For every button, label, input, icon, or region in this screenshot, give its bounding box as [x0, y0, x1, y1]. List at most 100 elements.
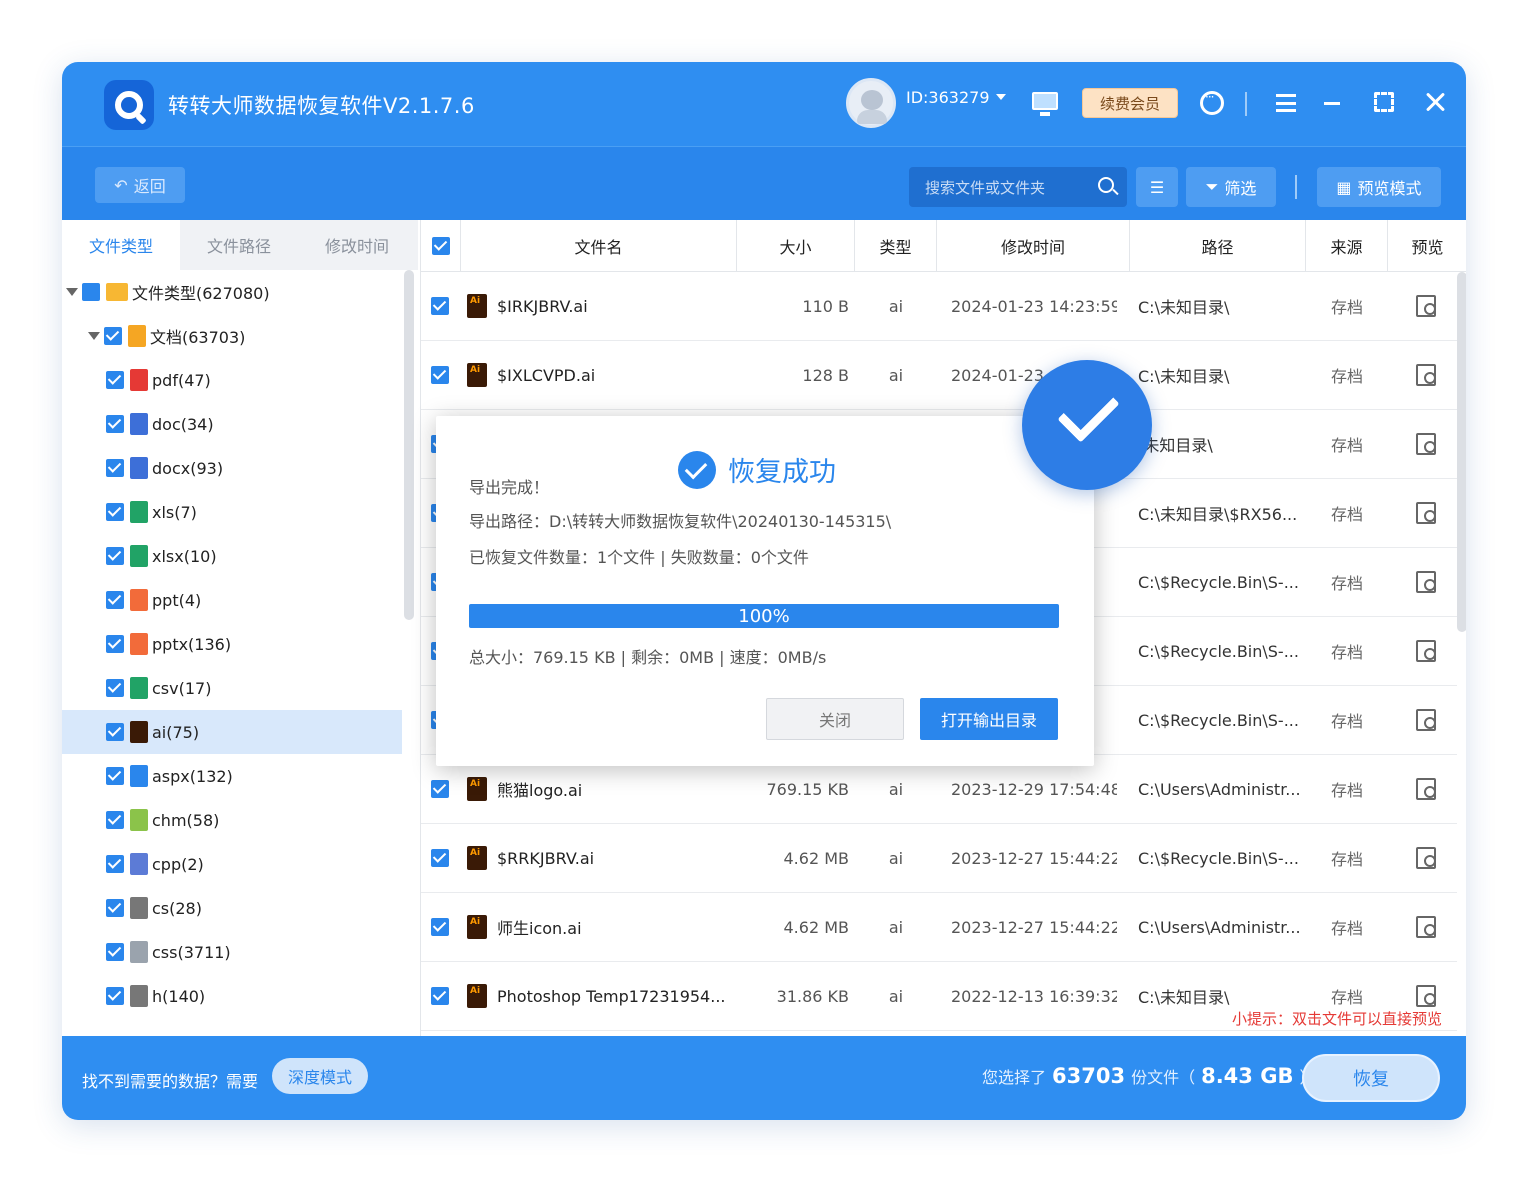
preview-icon[interactable]	[1416, 364, 1436, 386]
tree-item[interactable]: pptx(136)	[62, 622, 402, 666]
row-checkbox[interactable]	[431, 366, 449, 384]
funnel-icon: ⏷	[1205, 177, 1219, 196]
tree-item[interactable]: ppt(4)	[62, 578, 402, 622]
sidebar-scrollbar[interactable]	[404, 270, 414, 620]
preview-icon[interactable]	[1416, 709, 1436, 731]
tree-item[interactable]: xlsx(10)	[62, 534, 402, 578]
tree-item-checkbox[interactable]	[106, 855, 124, 873]
tab-file-path[interactable]: 文件路径	[180, 220, 298, 270]
expand-arrow-icon[interactable]	[88, 332, 100, 340]
preview-icon[interactable]	[1416, 571, 1436, 593]
tab-file-type[interactable]: 文件类型	[62, 220, 180, 270]
column-source[interactable]: 来源	[1306, 220, 1388, 272]
tree-item-checkbox[interactable]	[106, 767, 124, 785]
tree-item[interactable]: cpp(2)	[62, 842, 402, 886]
tree-item-checkbox[interactable]	[106, 503, 124, 521]
cell-type: ai	[855, 341, 937, 409]
tree-item-checkbox[interactable]	[106, 987, 124, 1005]
customer-service-icon[interactable]	[1200, 90, 1224, 115]
row-checkbox[interactable]	[431, 987, 449, 1005]
cell-size-text: 31.86 KB	[776, 986, 849, 1006]
tree-item-checkbox[interactable]	[106, 591, 124, 609]
maximize-icon[interactable]	[1374, 92, 1394, 112]
tree-item-checkbox[interactable]	[106, 811, 124, 829]
tab-modified-time[interactable]: 修改时间	[298, 220, 416, 270]
row-checkbox[interactable]	[431, 297, 449, 315]
tree-item-checkbox[interactable]	[106, 371, 124, 389]
tree-item-label: 文件类型(627080)	[132, 284, 270, 303]
tree-item[interactable]: 文档(63703)	[62, 314, 402, 358]
cell-mtime: 2024-01-23 14:23:59	[951, 272, 1117, 340]
table-row[interactable]: $RRKJBRV.ai 4.62 MB ai 2023-12-27 15:44:22 C…	[421, 824, 1457, 893]
advanced-search-button[interactable]: ☰	[1136, 167, 1178, 207]
tree-item-checkbox[interactable]	[106, 635, 124, 653]
tree-item[interactable]: aspx(132)	[62, 754, 402, 798]
tree-item-checkbox[interactable]	[106, 943, 124, 961]
cell-path: C:\$Recycle.Bin\S-...	[1138, 617, 1306, 685]
tree-item[interactable]: ai(75)	[62, 710, 402, 754]
preview-icon[interactable]	[1416, 778, 1436, 800]
row-checkbox[interactable]	[431, 918, 449, 936]
tree-item[interactable]: 文件类型(627080)	[62, 270, 402, 314]
tree-item[interactable]: cs(28)	[62, 886, 402, 930]
preview-icon[interactable]	[1416, 847, 1436, 869]
tree-item-checkbox[interactable]	[106, 459, 124, 477]
column-name[interactable]: 文件名	[461, 220, 737, 272]
cell-source: 存档	[1306, 272, 1388, 340]
table-row[interactable]: $IRKJBRV.ai 110 B ai 2024-01-23 14:23:59 C:\…	[421, 272, 1457, 341]
preview-icon[interactable]	[1416, 295, 1436, 317]
row-checkbox[interactable]	[431, 780, 449, 798]
tree-item[interactable]: pdf(47)	[62, 358, 402, 402]
close-icon[interactable]	[1424, 90, 1448, 114]
search-input[interactable]: 搜索文件或文件夹	[909, 167, 1127, 207]
tree-item[interactable]: chm(58)	[62, 798, 402, 842]
tree-item-checkbox[interactable]	[106, 547, 124, 565]
table-row[interactable]: 师生icon.ai 4.62 MB ai 2023-12-27 15:44:22 C:\…	[421, 893, 1457, 962]
tree-item-checkbox[interactable]	[106, 679, 124, 697]
tree-item-checkbox[interactable]	[106, 899, 124, 917]
tree-item[interactable]: h(140)	[62, 974, 402, 1018]
excel-icon	[130, 501, 148, 523]
tree-item-checkbox[interactable]	[104, 327, 122, 345]
column-size[interactable]: 大小	[737, 220, 855, 272]
preview-icon[interactable]	[1416, 985, 1436, 1007]
open-output-dir-button[interactable]: 打开输出目录	[920, 698, 1058, 740]
minimize-icon[interactable]	[1324, 102, 1340, 105]
tree-item[interactable]: xls(7)	[62, 490, 402, 534]
preview-icon[interactable]	[1416, 916, 1436, 938]
preview-mode-button[interactable]: ▦ 预览模式	[1317, 167, 1441, 207]
row-checkbox[interactable]	[431, 849, 449, 867]
dialog-close-button[interactable]: 关闭	[766, 698, 904, 740]
renew-vip-button[interactable]: 续费会员	[1082, 88, 1178, 118]
user-avatar[interactable]	[846, 78, 896, 128]
cell-path: C:\未知目录\	[1138, 341, 1306, 409]
menu-icon[interactable]	[1276, 94, 1296, 112]
select-all-checkbox[interactable]	[431, 237, 450, 255]
column-type[interactable]: 类型	[855, 220, 937, 272]
filter-button[interactable]: ⏷ 筛选	[1186, 167, 1276, 207]
tree-item-checkbox[interactable]	[82, 283, 100, 301]
tree-item[interactable]: csv(17)	[62, 666, 402, 710]
preview-icon[interactable]	[1416, 640, 1436, 662]
column-path[interactable]: 路径	[1130, 220, 1306, 272]
tree-item[interactable]: docx(93)	[62, 446, 402, 490]
user-id[interactable]: ID:363279	[906, 88, 990, 107]
tree-item-checkbox[interactable]	[106, 415, 124, 433]
recover-button[interactable]: 恢复	[1302, 1054, 1440, 1102]
table-row[interactable]: $IXLCVPD.ai 128 B ai 2024-01-23 C:\未知目录\ 存档	[421, 341, 1457, 410]
preview-icon[interactable]	[1416, 502, 1436, 524]
column-mtime[interactable]: 修改时间	[937, 220, 1130, 272]
tree-item[interactable]: doc(34)	[62, 402, 402, 446]
tree-item[interactable]: css(3711)	[62, 930, 402, 974]
expand-arrow-icon[interactable]	[66, 288, 78, 296]
export-path-text: 导出路径：D:\转转大师数据恢复软件\20240130-145315\	[469, 512, 892, 531]
chevron-down-icon[interactable]	[996, 94, 1006, 100]
preview-icon[interactable]	[1416, 433, 1436, 455]
table-scrollbar[interactable]	[1457, 272, 1466, 632]
search-icon[interactable]	[1098, 177, 1114, 193]
back-button[interactable]: ↶ 返回	[95, 167, 185, 203]
monitor-icon[interactable]	[1032, 92, 1058, 116]
cell-size: 4.62 MB	[737, 824, 850, 892]
deep-mode-button[interactable]: 深度模式	[272, 1058, 368, 1094]
tree-item-checkbox[interactable]	[106, 723, 124, 741]
